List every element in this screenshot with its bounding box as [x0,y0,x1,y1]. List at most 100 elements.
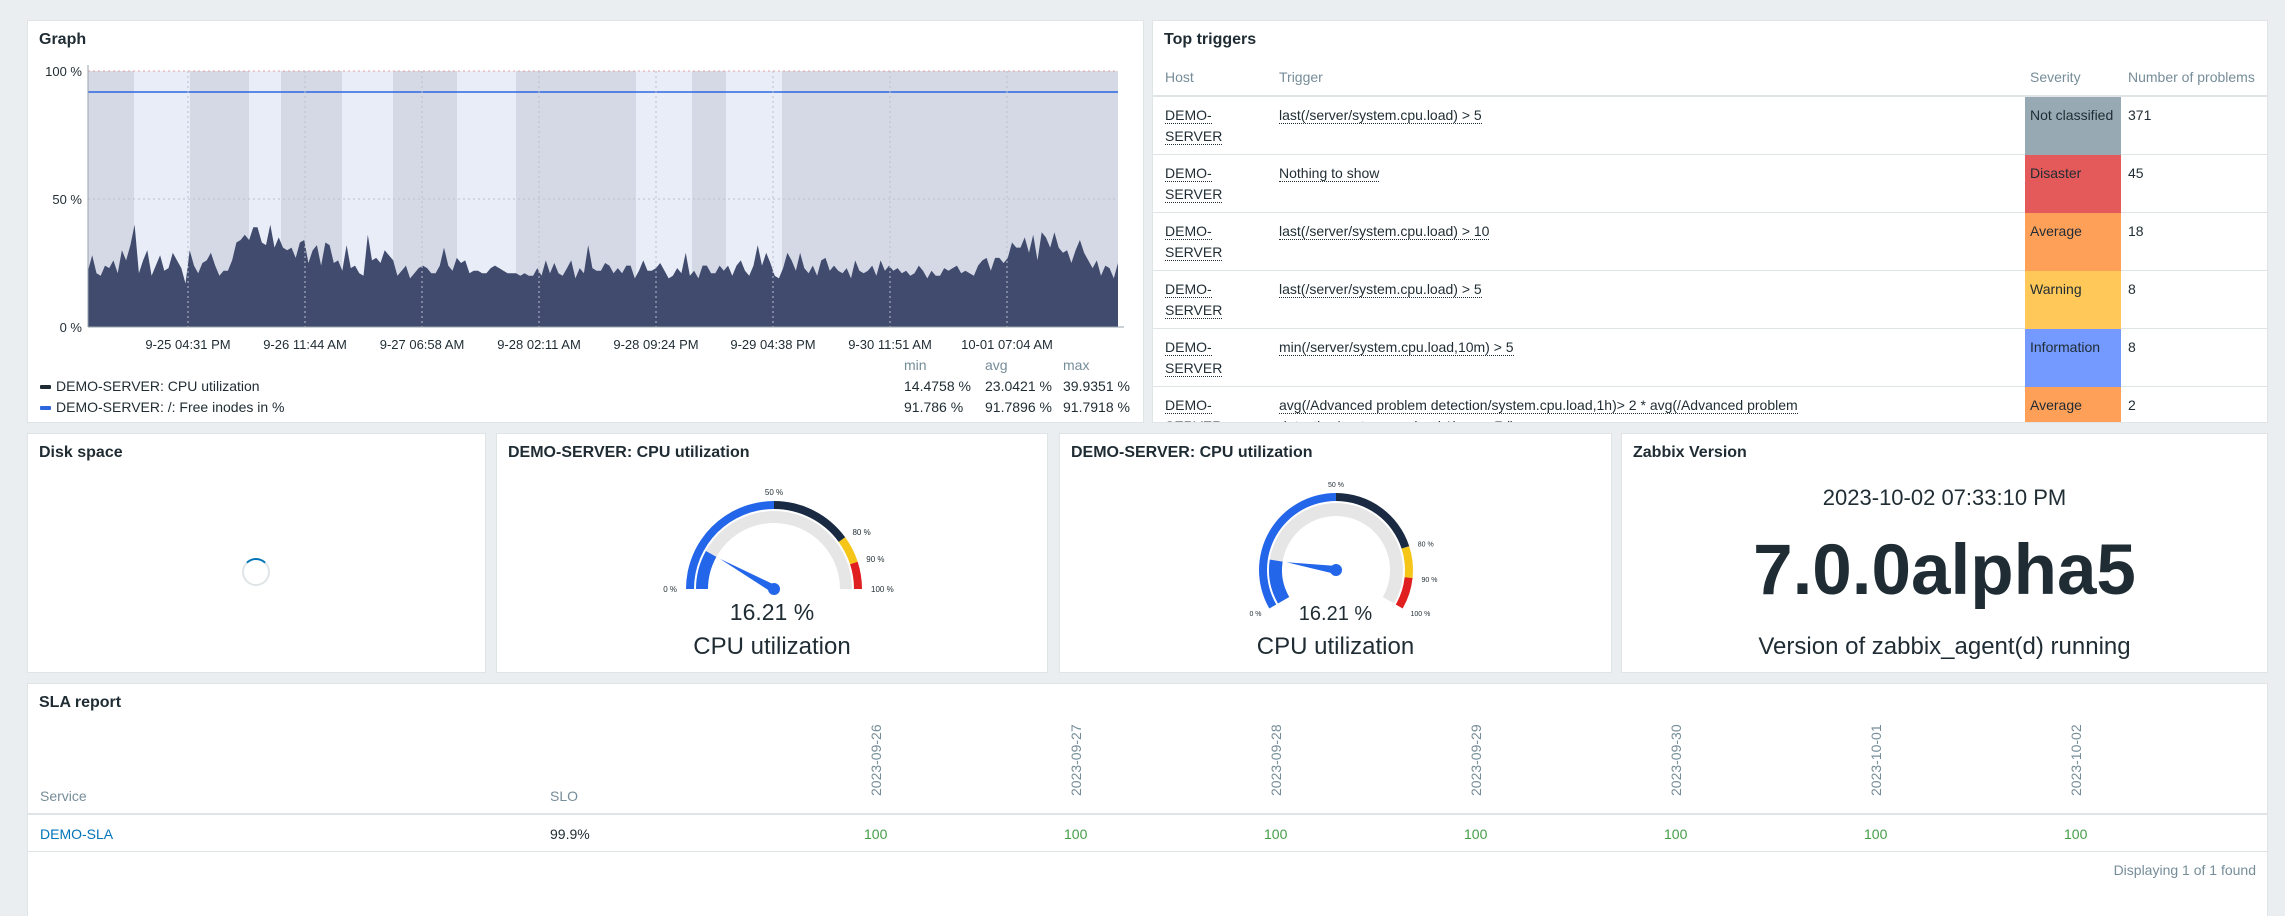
sla-value: 100 [1264,826,1288,842]
trigger-expression[interactable]: last(/server/system.cpu.load) > 10 [1279,221,1839,242]
problem-count: 2 [2128,397,2136,413]
sla-date-header: 2023-09-28 [1268,724,1284,796]
x-tick-label: 9-27 06:58 AM [380,337,465,352]
sla-date-header: 2023-09-26 [868,724,884,796]
y-tick-label: 0 % [60,320,83,335]
legend-label: DEMO-SERVER: CPU utilization [56,378,260,394]
table-row: DEMO-SERVER Nothing to show Disaster 45 [1153,155,2267,213]
trigger-host[interactable]: DEMO-SERVER [1165,163,1225,205]
trigger-host[interactable]: DEMO-SERVER [1165,279,1225,321]
severity-badge: Average [2025,387,2121,422]
gauge-description: CPU utilization [693,633,851,660]
table-row: DEMO-SERVER min(/server/system.cpu.load,1… [1153,329,2267,387]
trigger-expression[interactable]: min(/server/system.cpu.load,10m) > 5 [1279,337,1839,358]
gauge-widget: DEMO-SERVER: CPU utilization 0 % 50 % 80 %… [496,433,1048,673]
column-header-service: Service [40,788,87,804]
trigger-host[interactable]: DEMO-SERVER [1165,105,1225,147]
legend-item-inodes: DEMO-SERVER: /: Free inodes in % [40,399,284,415]
column-header-problems: Number of problems [2128,69,2255,85]
sla-value: 100 [1864,826,1888,842]
sla-value: 100 [1064,826,1088,842]
legend-max: 39.9351 % [1063,378,1130,394]
trigger-expression[interactable]: Nothing to show [1279,163,1839,184]
problem-count: 8 [2128,339,2136,355]
gauge-widget: DEMO-SERVER: CPU utilization 0 % 50 % 80 %… [1059,433,1612,673]
sla-value: 100 [1464,826,1488,842]
gauge-tick-label: 100 % [871,585,894,594]
gauge-tick-label: 80 % [852,528,870,537]
trigger-expression[interactable]: avg(/Advanced problem detection/system.c… [1279,395,1839,422]
gauge-tick-label: 90 % [1422,577,1438,584]
gauge-tick-label: 0 % [663,585,677,594]
y-tick-label: 100 % [45,64,82,79]
table-row: DEMO-SERVER last(/server/system.cpu.load)… [1153,213,2267,271]
legend-item-cpu: DEMO-SERVER: CPU utilization [40,378,260,394]
legend-min: 14.4758 % [904,378,971,394]
sla-slo-value: 99.9% [550,826,590,842]
legend-head-max: max [1063,357,1090,373]
legend-avg: 23.0421 % [985,378,1052,394]
sla-service-link[interactable]: DEMO-SLA [40,826,113,842]
table-row: DEMO-SLA 99.9% 100 100 100 100 100 100 100 [28,815,2267,852]
top-triggers-widget: Top triggers Host Trigger Severity Numbe… [1152,20,2268,423]
y-tick-label: 50 % [52,192,82,207]
problem-count: 45 [2128,165,2144,181]
version-description: Version of zabbix_agent(d) running [1758,633,2131,660]
top-triggers-title: Top triggers [1164,31,1257,48]
zabbix-version-widget: Zabbix Version 2023-10-02 07:33:10 PM 7.… [1621,433,2268,673]
column-header-slo: SLO [550,788,579,804]
sla-date-header: 2023-10-02 [2068,724,2084,796]
legend-swatch [40,385,51,390]
x-tick-label: 9-25 04:31 PM [145,337,230,352]
x-tick-label: 9-26 11:44 AM [263,337,347,352]
trigger-expression[interactable]: last(/server/system.cpu.load) > 5 [1279,105,1839,126]
disk-space-title: Disk space [39,444,123,461]
severity-badge: Information [2025,329,2121,387]
graph-chart[interactable]: 9-25 04:31 PM 9-26 11:44 AM 9-27 06:58 AM 9… [28,21,1145,424]
sla-value: 100 [2064,826,2088,842]
legend-swatch [40,406,51,411]
severity-badge: Not classified [2025,97,2121,155]
severity-badge: Warning [2025,271,2121,329]
loading-spinner-icon [242,558,270,586]
zabbix-version-title: Zabbix Version [1633,444,1747,461]
graph-widget-title: Graph [39,31,87,48]
legend-head-min: min [904,357,927,373]
trigger-host[interactable]: DEMO-SERVER [1165,221,1225,263]
version-value: 7.0.0alpha5 [1753,531,2136,610]
gauge-tick-label: 90 % [866,555,884,564]
severity-badge: Disaster [2025,155,2121,213]
trigger-host[interactable]: DEMO-SERVER [1165,337,1225,379]
trigger-expression[interactable]: last(/server/system.cpu.load) > 5 [1279,279,1839,300]
gauge-tick-label: 50 % [765,488,783,497]
problem-count: 8 [2128,281,2136,297]
column-header-severity: Severity [2030,69,2081,85]
legend-label: DEMO-SERVER: /: Free inodes in % [56,399,285,415]
trigger-host[interactable]: DEMO-SERVER [1165,395,1225,422]
sla-report-title: SLA report [39,694,122,711]
column-header-trigger: Trigger [1279,69,1323,85]
sla-date-header: 2023-09-29 [1468,724,1484,796]
table-row: DEMO-SERVER last(/server/system.cpu.load)… [1153,271,2267,329]
legend-min: 91.786 % [904,399,964,415]
x-tick-label: 9-30 11:51 AM [848,337,932,352]
problem-count: 18 [2128,223,2144,239]
sla-date-header: 2023-09-27 [1068,724,1084,796]
x-tick-label: 9-29 04:38 PM [730,337,815,352]
gauge-value: 16.21 % [729,599,815,625]
version-timestamp: 2023-10-02 07:33:10 PM [1822,485,2067,510]
x-tick-label: 10-01 07:04 AM [961,337,1053,352]
gauge-value: 16.21 % [1298,603,1373,625]
severity-badge: Average [2025,213,2121,271]
table-row: DEMO-SERVER last(/server/system.cpu.load)… [1153,97,2267,155]
column-header-host: Host [1165,69,1194,85]
gauge-description: CPU utilization [1256,633,1415,660]
legend-avg: 91.7896 % [985,399,1052,415]
sla-value: 100 [864,826,888,842]
sla-date-header: 2023-09-30 [1668,724,1684,796]
table-footer: Displaying 1 of 1 found [2113,862,2256,878]
gauge-tick-label: 50 % [1328,482,1344,489]
gauge-threshold-band [1401,546,1413,579]
sla-value: 100 [1664,826,1688,842]
x-tick-label: 9-28 09:24 PM [613,337,698,352]
